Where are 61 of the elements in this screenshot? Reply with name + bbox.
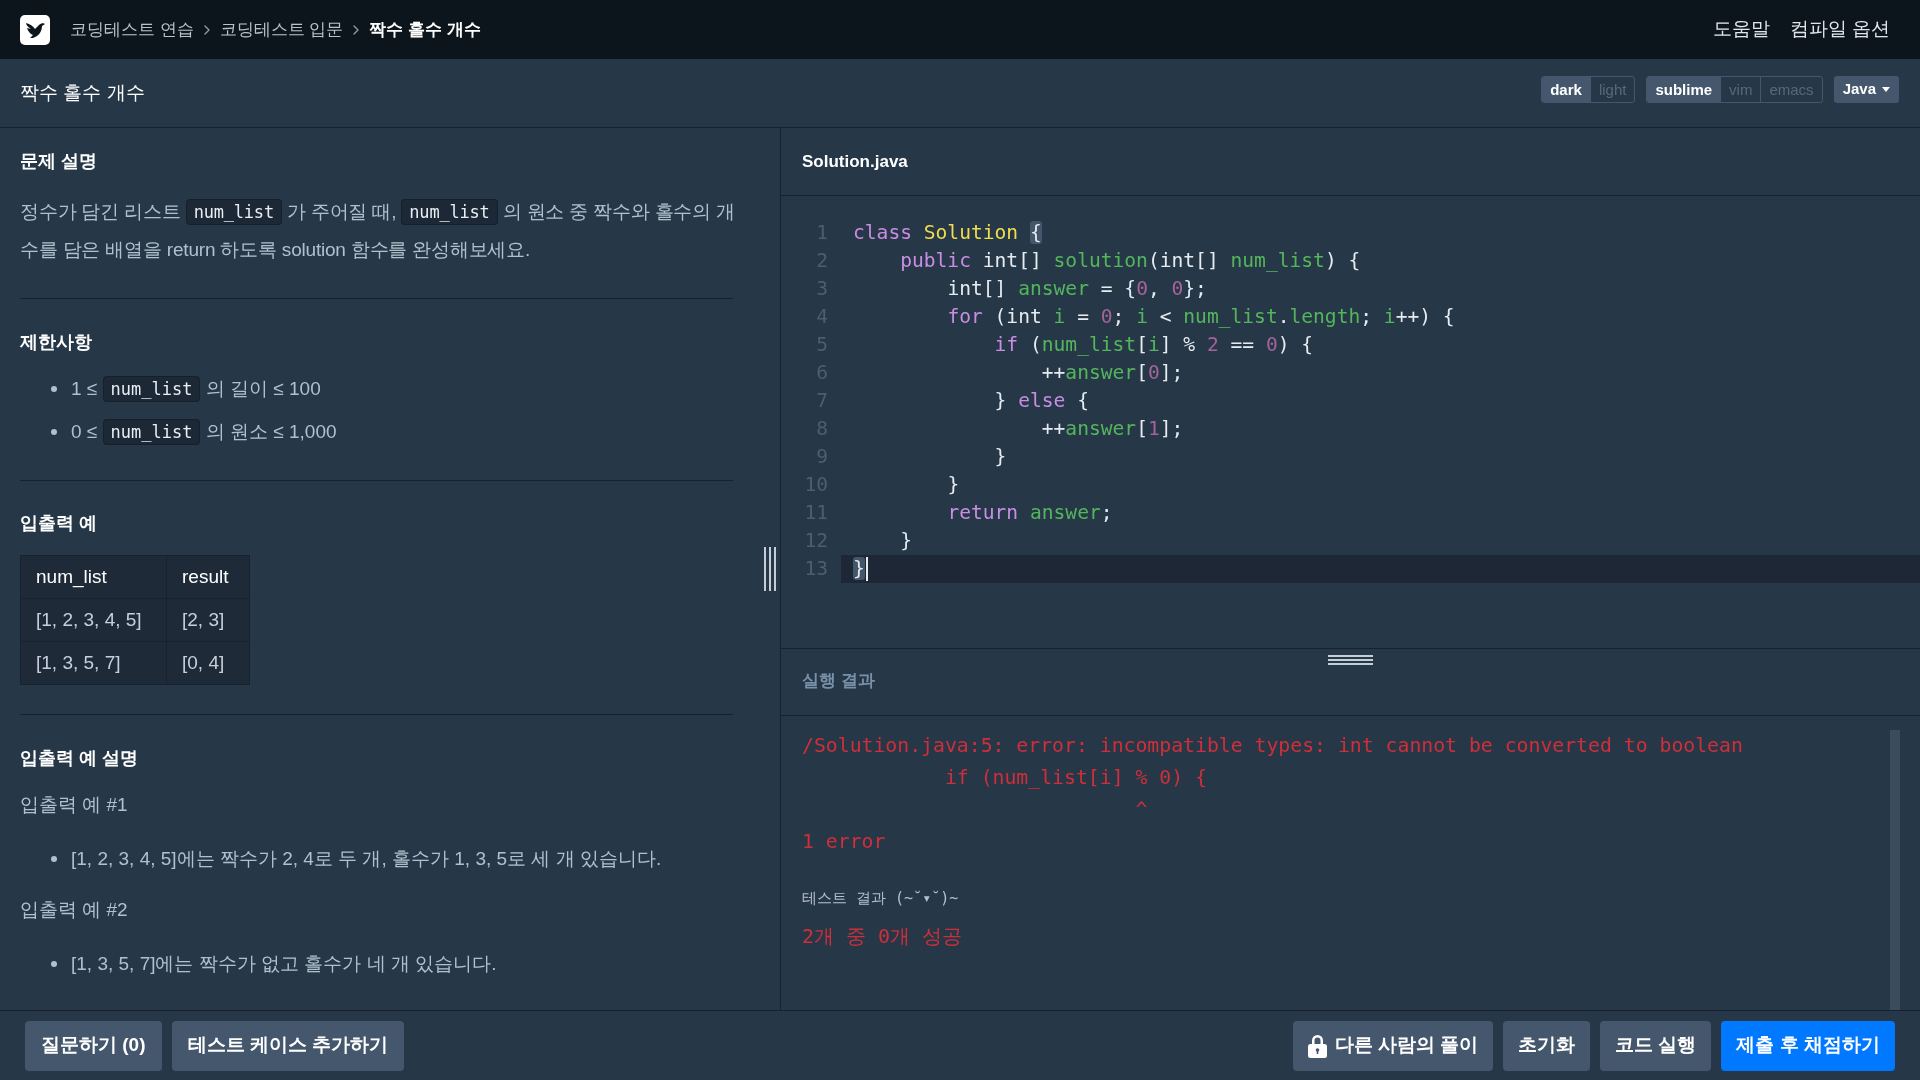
code-line: class Solution { bbox=[853, 220, 1042, 247]
table-cell: [1, 3, 5, 7] bbox=[20, 641, 167, 685]
constraint-text: 0 ≤ num_list 의 원소 ≤ 1,000 bbox=[71, 413, 337, 451]
test-summary: 2개 중 0개 성공 bbox=[802, 923, 963, 950]
logo-icon[interactable] bbox=[20, 14, 50, 45]
code-line: } else { bbox=[994, 388, 1089, 415]
bullet-icon bbox=[51, 960, 57, 967]
table-cell: [2, 3] bbox=[166, 598, 250, 642]
action-button[interactable]: 코드 실행 bbox=[1600, 1020, 1712, 1071]
constraint-text: 1 ≤ num_list 의 길이 ≤ 100 bbox=[71, 370, 321, 408]
code-line: int[] answer = {0, 0}; bbox=[947, 276, 1207, 303]
description-paragraph: 정수가 담긴 리스트 num_list 가 주어질 때, num_list 의 원소 중 짝수와 홀수의 개수를 담은 배열을 return 하도록 solution 함수를 완성해보세요. bbox=[20, 198, 736, 262]
code-line: } bbox=[994, 444, 1007, 471]
code-line: } bbox=[853, 556, 865, 583]
code-line: } bbox=[947, 472, 960, 499]
section-heading: 문제 설명 bbox=[20, 150, 98, 173]
bullet-icon bbox=[51, 855, 57, 862]
nav-link[interactable]: 컴파일 옵션 bbox=[1789, 15, 1890, 44]
table-cell: [0, 4] bbox=[166, 641, 250, 685]
submit-button[interactable]: 제출 후 채점하기 bbox=[1721, 1020, 1895, 1071]
section-heading: 제한사항 bbox=[20, 331, 93, 354]
action-button[interactable]: 다른 사람의 풀이 bbox=[1292, 1020, 1494, 1071]
theme-option[interactable]: dark bbox=[1542, 76, 1590, 102]
code-line: ++answer[1]; bbox=[1041, 416, 1184, 443]
section-heading: 입출력 예 bbox=[20, 512, 98, 535]
keymap-option[interactable]: sublime bbox=[1647, 76, 1721, 102]
current-page-label: 짝수 홀수 개수 bbox=[369, 18, 481, 41]
file-tab[interactable]: Solution.java bbox=[802, 148, 908, 175]
breadcrumb-link[interactable]: 코딩테스트 입문 bbox=[219, 16, 344, 43]
explanation-text: [1, 2, 3, 4, 5]에는 짝수가 2, 4로 두 개, 홀수가 1, 3, 5로 세 개 있습니다. bbox=[71, 847, 662, 871]
error-output: /Solution.java:5: error: incompatible types: int cannot be converted to boolean if (num_list[i] % 0) { ^ 1 error bbox=[802, 733, 1743, 855]
breadcrumb-link[interactable]: 코딩테스트 연습 bbox=[70, 16, 194, 43]
caret-down-icon bbox=[1882, 86, 1890, 92]
table-header-cell: result bbox=[166, 555, 250, 599]
result-heading: 실행 결과 bbox=[802, 670, 875, 692]
scrollbar-thumb[interactable] bbox=[1890, 730, 1900, 1010]
example-title: 입출력 예 #2 bbox=[20, 898, 128, 922]
explanation-text: [1, 3, 5, 7]에는 짝수가 없고 홀수가 네 개 있습니다. bbox=[71, 952, 497, 976]
test-result-heading: 테스트 결과 (~˘▾˘)~ bbox=[802, 888, 959, 909]
action-button[interactable]: 테스트 케이스 추가하기 bbox=[171, 1020, 405, 1071]
resize-handle[interactable] bbox=[764, 547, 776, 591]
code-line: public int[] solution(int[] num_list) { bbox=[900, 248, 1361, 275]
bullet-icon bbox=[51, 429, 57, 435]
code-line: if (num_list[i] % 2 == 0) { bbox=[994, 332, 1314, 359]
code-line: return answer; bbox=[947, 500, 1113, 527]
table-header-cell: num_list bbox=[20, 555, 167, 599]
bullet-icon bbox=[51, 386, 57, 392]
action-button[interactable]: 초기화 bbox=[1503, 1020, 1591, 1071]
text-cursor bbox=[865, 557, 868, 581]
example-title: 입출력 예 #1 bbox=[20, 793, 128, 817]
lock-icon bbox=[1307, 1033, 1327, 1058]
section-heading: 입출력 예 설명 bbox=[20, 747, 139, 770]
table-cell: [1, 2, 3, 4, 5] bbox=[20, 598, 167, 642]
language-dropdown[interactable]: Java bbox=[1833, 75, 1899, 103]
action-button[interactable]: 질문하기 (0) bbox=[25, 1020, 162, 1071]
problem-title: 짝수 홀수 개수 bbox=[20, 80, 145, 105]
code-line: ++answer[0]; bbox=[1041, 360, 1184, 387]
code-line: } bbox=[900, 528, 912, 555]
nav-link[interactable]: 도움말 bbox=[1712, 15, 1770, 44]
resize-handle[interactable] bbox=[1328, 655, 1373, 665]
code-line: for (int i = 0; i < num_list.length; i++) { bbox=[947, 304, 1455, 331]
